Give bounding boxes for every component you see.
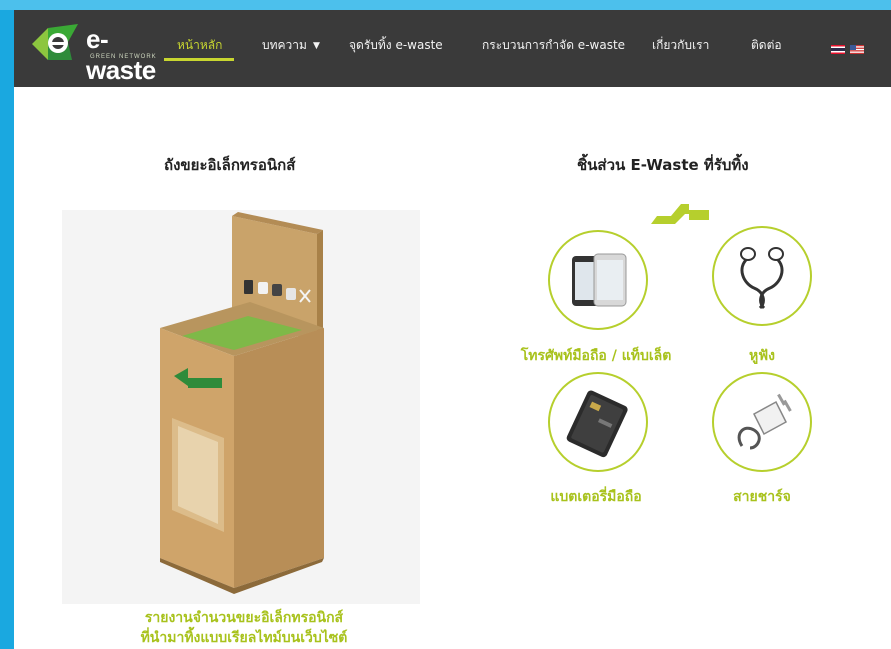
nav-drop-off-points[interactable]: จุดรับทิ้ง e-waste (349, 36, 443, 55)
nav-articles[interactable]: บทความ ▼ (262, 36, 320, 55)
realtime-report-link[interactable]: รายงานจำนวนขยะอิเล็กทรอนิกส์ ที่นำมาทิ้ง… (94, 608, 394, 648)
category-phone-label: โทรศัพท์มือถือ / แท็บเล็ต (520, 348, 672, 364)
site-logo[interactable]: e-waste GREEN NETWORK (32, 20, 162, 85)
battery-icon (566, 390, 628, 458)
bin-illustration (160, 212, 324, 594)
charger-icon (737, 393, 792, 450)
category-earphones-circle (712, 226, 812, 326)
report-line-2: ที่นำมาทิ้งแบบเรียลไทม์บนเว็บไซต์ (140, 630, 348, 646)
category-earphones-label: หูฟัง (749, 348, 775, 364)
us-flag-icon[interactable] (850, 45, 864, 54)
nav-about[interactable]: เกี่ยวกับเรา (652, 36, 709, 55)
nav-home[interactable]: หน้าหลัก (177, 36, 222, 55)
nav-articles-label: บทความ (262, 38, 307, 52)
bin-heading: ถังขยะอิเล็กทรอนิกส์ (164, 156, 296, 174)
accepted-items-heading: ชิ้นส่วน E-Waste ที่รับทิ้ง (577, 156, 749, 174)
category-charger-label: สายชาร์จ (733, 489, 791, 505)
report-line-1: รายงานจำนวนขยะอิเล็กทรอนิกส์ (144, 610, 344, 626)
nav-disposal-process[interactable]: กระบวนการกำจัด e-waste (482, 36, 625, 55)
top-navbar: e-waste GREEN NETWORK หน้าหลัก บทความ ▼ จ… (14, 10, 891, 87)
category-battery-label: แบตเตอรี่มือถือ (550, 489, 642, 505)
phone-tablet-icon (572, 253, 627, 307)
e-waste-logo-icon (32, 24, 78, 60)
nav-active-indicator (164, 58, 234, 61)
ewaste-bin-image (62, 210, 420, 604)
earphones-icon (740, 247, 784, 310)
nav-contact[interactable]: ติดต่อ (751, 36, 782, 55)
chevron-down-icon: ▼ (312, 41, 320, 51)
category-phone-circle (548, 230, 648, 330)
language-switcher (831, 39, 869, 58)
logo-tagline: GREEN NETWORK (90, 54, 157, 60)
plug-icon (651, 204, 709, 224)
window-top-strip (0, 0, 891, 10)
category-charger-circle (712, 372, 812, 472)
category-battery-circle (548, 372, 648, 472)
page: e-waste GREEN NETWORK หน้าหลัก บทความ ▼ จ… (14, 10, 891, 649)
thai-flag-icon[interactable] (831, 45, 845, 54)
